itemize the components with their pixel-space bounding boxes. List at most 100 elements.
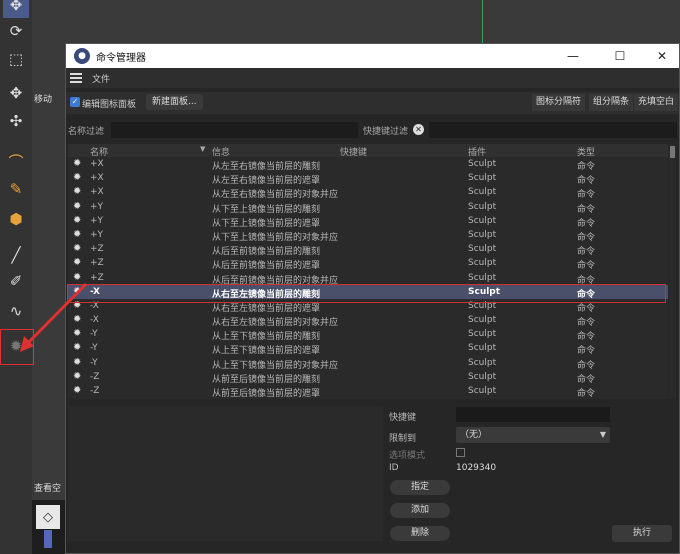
y-axis-line	[482, 0, 483, 45]
row-info: 从左至右镜像当前层的雕刻	[212, 162, 321, 172]
window-title: 命令管理器	[96, 52, 146, 64]
row-type: 命令	[577, 360, 596, 371]
cinema4d-app-icon: ●	[74, 48, 90, 64]
assign-button[interactable]: 指定	[390, 480, 450, 495]
row-name: -Z	[90, 386, 100, 396]
title-bar[interactable]: ● 命令管理器 — ☐ ✕	[66, 44, 679, 68]
row-name: -X	[90, 315, 99, 326]
sculpt-brush-icon[interactable]: ✎	[3, 176, 29, 202]
row-type: 命令	[577, 204, 596, 215]
icon-separator-button[interactable]: 图标分隔符	[532, 94, 586, 111]
new-panel-button[interactable]: 新建面板...	[146, 94, 203, 110]
table-row[interactable]: ✹ -Y 从上至下镜像当前层的雕刻 Sculpt 命令	[68, 327, 668, 343]
row-type: 命令	[577, 176, 596, 187]
shortcut-filter-input[interactable]	[429, 122, 677, 138]
row-type: 命令	[577, 162, 596, 172]
table-row[interactable]: ✹ -X 从右至左镜像当前层的遮罩 Sculpt 命令	[68, 299, 668, 314]
execute-button[interactable]: 执行	[612, 525, 672, 542]
rotate-tool-icon[interactable]: ⟳	[3, 18, 29, 44]
group-separator-button[interactable]: 组分隔条	[589, 94, 634, 111]
keyframe-diamond-icon[interactable]: ◇	[36, 505, 60, 529]
knife-tool-icon[interactable]: ✐	[3, 268, 29, 294]
maximize-button[interactable]: ☐	[604, 44, 636, 68]
table-row[interactable]: ✹ +Y 从下至上镜像当前层的对象并应 Sculpt 命令	[68, 228, 668, 243]
add-button[interactable]: 添加	[390, 503, 450, 518]
table-row[interactable]: ✹ -X 从右至左镜像当前层的雕刻 Sculpt 命令	[68, 284, 668, 300]
fill-blank-button[interactable]: 充填空白	[634, 94, 679, 111]
table-row[interactable]: ✹ +Y 从下至上镜像当前层的遮罩 Sculpt 命令	[68, 214, 668, 229]
row-name: -X	[90, 300, 99, 311]
sculpt-pull-icon[interactable]: ⌒	[3, 148, 29, 174]
row-info: 从左至右镜像当前层的遮罩	[212, 176, 321, 187]
limit-to-select[interactable]: （无） ▼	[456, 427, 610, 443]
row-type: 命令	[577, 332, 596, 343]
row-type: 命令	[577, 275, 596, 286]
shortcut-input[interactable]	[456, 407, 610, 422]
move-axis-icon[interactable]: ✥	[3, 80, 29, 106]
table-row[interactable]: ✹ +X 从左至右镜像当前层的雕刻 Sculpt 命令	[68, 157, 668, 173]
row-plugin: Sculpt	[468, 244, 497, 255]
gear-icon: ✹	[73, 328, 82, 340]
table-row[interactable]: ✹ -X 从右至左镜像当前层的对象并应 Sculpt 命令	[68, 313, 668, 329]
row-info: 从上至下镜像当前层的雕刻	[212, 332, 321, 343]
scroll-thumb[interactable]	[670, 146, 675, 158]
table-scrollbar[interactable]	[669, 144, 676, 399]
row-info: 从右至左镜像当前层的遮罩	[212, 303, 321, 314]
row-name: -X	[90, 286, 100, 297]
menu-bar: 文件	[66, 68, 679, 88]
timeline-marker	[44, 530, 52, 548]
edit-icon-panel-label[interactable]: 编辑图标面板	[82, 97, 136, 110]
gear-icon: ✹	[73, 299, 82, 311]
move-label: 移动	[34, 95, 53, 105]
command-manager-dialog: ● 命令管理器 — ☐ ✕ 文件 ✓ 编辑图标面板 新建面板... 图标分隔符 …	[65, 43, 680, 554]
row-type: 命令	[577, 190, 596, 201]
chevron-down-icon: ▼	[599, 430, 606, 439]
row-plugin: Sculpt	[468, 187, 497, 198]
row-name: +X	[90, 159, 104, 169]
option-mode-checkbox[interactable]	[456, 448, 465, 457]
row-name: +Z	[90, 258, 104, 269]
delete-button[interactable]: 删除	[390, 526, 450, 541]
row-type: 命令	[577, 289, 596, 300]
table-row[interactable]: ✹ +Y 从下至上镜像当前层的雕刻 Sculpt 命令	[68, 200, 668, 215]
table-row[interactable]: ✹ +Z 从后至前镜像当前层的遮罩 Sculpt 命令	[68, 256, 668, 272]
table-row[interactable]: ✹ +Z 从后至前镜像当前层的对象并应 Sculpt 命令	[68, 271, 668, 286]
scale-tool-icon[interactable]: ⬚	[3, 46, 29, 72]
row-plugin: Sculpt	[468, 159, 497, 169]
row-type: 命令	[577, 232, 596, 243]
clear-icon[interactable]: ✕	[413, 124, 424, 135]
highlight-box	[0, 329, 34, 365]
row-type: 命令	[577, 218, 596, 229]
gear-icon: ✹	[73, 200, 82, 212]
close-button[interactable]: ✕	[646, 44, 678, 68]
spline-tool-icon[interactable]: ∿	[3, 298, 29, 324]
table-row[interactable]: ✹ -Z 从前至后镜像当前层的遮罩 Sculpt 命令	[68, 384, 668, 400]
name-filter-input[interactable]	[111, 122, 358, 138]
table-row[interactable]: ✹ -Y 从上至下镜像当前层的对象并应 Sculpt 命令	[68, 356, 668, 371]
edit-icon-panel-checkbox[interactable]: ✓	[70, 97, 80, 107]
row-type: 命令	[577, 303, 596, 314]
gear-icon: ✹	[73, 314, 82, 326]
table-row[interactable]: ✹ -Z 从前至后镜像当前层的雕刻 Sculpt 命令	[68, 370, 668, 385]
row-plugin: Sculpt	[468, 357, 497, 368]
paint-brush-icon[interactable]: ╱	[3, 242, 29, 268]
table-row[interactable]: ✹ +X 从左至右镜像当前层的对象并应 Sculpt 命令	[68, 185, 668, 201]
table-row[interactable]: ✹ +Z 从后至前镜像当前层的雕刻 Sculpt 命令	[68, 242, 668, 258]
row-plugin: Sculpt	[468, 215, 497, 226]
minimize-button[interactable]: —	[557, 44, 589, 68]
row-info: 从后至前镜像当前层的遮罩	[212, 261, 321, 272]
table-row[interactable]: ✹ -Y 从上至下镜像当前层的遮罩 Sculpt 命令	[68, 341, 668, 357]
limit-to-value: （无）	[460, 430, 488, 440]
sort-down-icon: ▼	[200, 145, 206, 153]
option-mode-label: 选项模式	[389, 451, 426, 461]
gear-icon: ✹	[73, 342, 82, 354]
row-type: 命令	[577, 261, 596, 272]
hamburger-menu-icon[interactable]	[70, 73, 82, 83]
menu-file[interactable]: 文件	[92, 72, 110, 85]
move-tool-icon[interactable]: ✥	[3, 0, 29, 18]
name-filter-label: 名称过滤	[68, 127, 105, 137]
move-multi-icon[interactable]: ✣	[3, 108, 29, 134]
command-table: 名称 ▼ 信息 快捷键 插件 类型 ✹ +X 从左至右镜像当前层的雕刻 Sculpt 命…	[68, 144, 668, 399]
sculpt-layers-icon[interactable]: ⬢	[3, 206, 29, 232]
table-row[interactable]: ✹ +X 从左至右镜像当前层的遮罩 Sculpt 命令	[68, 171, 668, 187]
